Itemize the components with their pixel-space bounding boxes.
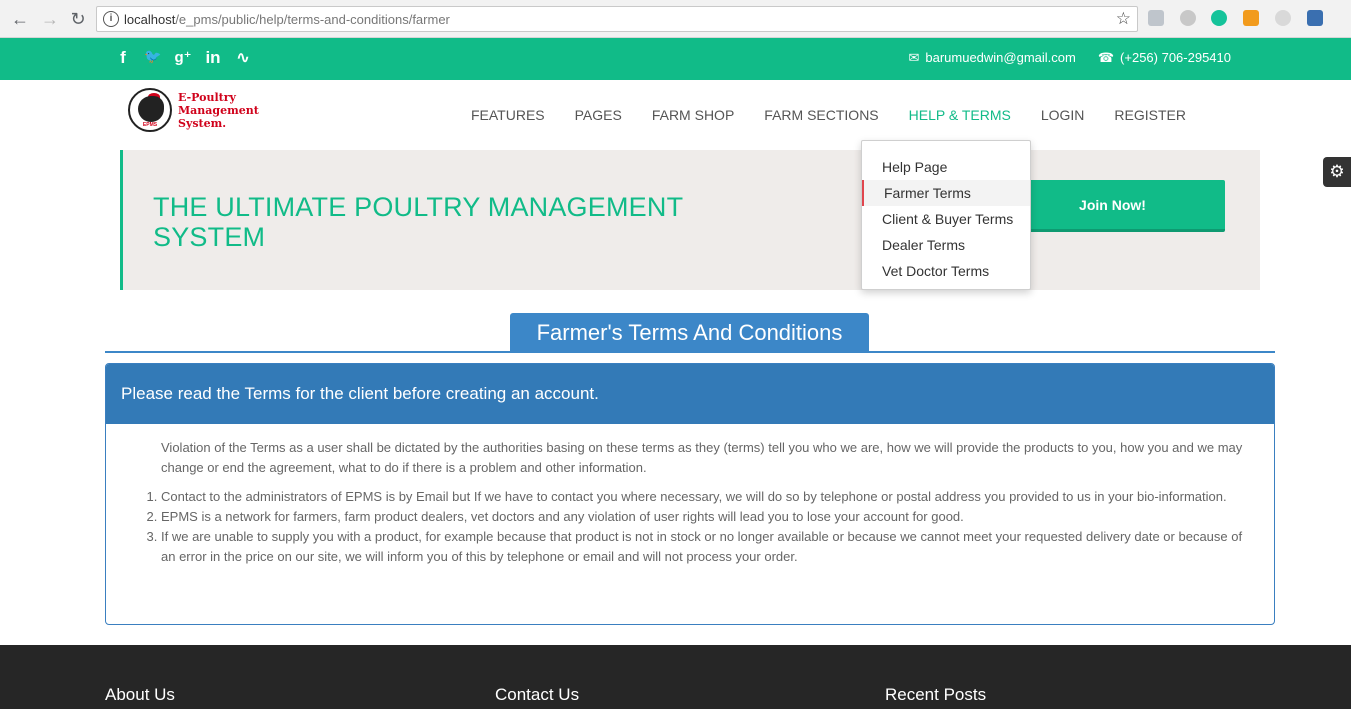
panel-body: Violation of the Terms as a user shall b… bbox=[106, 424, 1274, 567]
dropdown-item-dealer-terms[interactable]: Dealer Terms bbox=[862, 232, 1030, 258]
email-text: barumuedwin@gmail.com bbox=[925, 50, 1076, 65]
list-item: EPMS is a network for farmers, farm prod… bbox=[161, 507, 1260, 527]
footer-recent-heading: Recent Posts bbox=[885, 685, 987, 704]
main-menu: FEATURES PAGES FARM SHOP FARM SECTIONS H… bbox=[471, 107, 1186, 123]
key-extension-icon[interactable] bbox=[1243, 10, 1259, 26]
contact-phone[interactable]: ☎ (+256) 706-295410 bbox=[1098, 50, 1231, 66]
panel-heading: Please read the Terms for the client bef… bbox=[106, 364, 1274, 424]
logo-line-3: System. bbox=[178, 116, 227, 130]
arrow-right-icon[interactable]: → bbox=[40, 9, 60, 29]
contact-email[interactable]: ✉ barumuedwin@gmail.com bbox=[908, 50, 1075, 66]
star-icon[interactable]: ☆ bbox=[1116, 9, 1131, 29]
menu-pages[interactable]: PAGES bbox=[575, 107, 622, 123]
extension-icon[interactable] bbox=[1307, 10, 1323, 26]
extension-icon[interactable] bbox=[1180, 10, 1196, 26]
top-bar: f 🐦 g⁺ in ∿ ✉ barumuedwin@gmail.com ☎ (+25… bbox=[0, 38, 1351, 80]
menu-register[interactable]: REGISTER bbox=[1114, 107, 1186, 123]
browser-toolbar: ← → ↻ i localhost/e_pms/public/help/term… bbox=[0, 0, 1351, 38]
google-plus-icon[interactable]: g⁺ bbox=[168, 48, 198, 68]
dropdown-item-client-buyer-terms[interactable]: Client & Buyer Terms bbox=[862, 206, 1030, 232]
dropdown-item-vet-doctor-terms[interactable]: Vet Doctor Terms bbox=[862, 258, 1030, 284]
footer-about-heading: About Us bbox=[105, 685, 175, 704]
section-title: Farmer's Terms And Conditions bbox=[510, 313, 869, 351]
menu-farm-sections[interactable]: FARM SECTIONS bbox=[764, 107, 878, 123]
address-url[interactable]: localhost/e_pms/public/help/terms-and-co… bbox=[124, 12, 450, 27]
gear-icon[interactable]: ⚙ bbox=[1323, 157, 1351, 187]
logo-badge: EPMS bbox=[142, 122, 158, 128]
section-divider bbox=[105, 351, 1275, 353]
contact-info: ✉ barumuedwin@gmail.com ☎ (+256) 706-29541… bbox=[908, 50, 1231, 66]
terms-intro: Violation of the Terms as a user shall b… bbox=[161, 440, 1243, 475]
linkedin-icon[interactable]: in bbox=[198, 48, 228, 68]
hero-title: THE ULTIMATE POULTRY MANAGEMENT SYSTEM bbox=[153, 192, 683, 252]
extension-icon[interactable] bbox=[1275, 10, 1291, 26]
arrow-left-icon[interactable]: ← bbox=[10, 9, 30, 29]
site-header: EPMS E-Poultry Management System. FEATUR… bbox=[0, 80, 1351, 150]
facebook-icon[interactable]: f bbox=[108, 48, 138, 68]
terms-list: Contact to the administrators of EPMS is… bbox=[161, 487, 1260, 567]
envelope-icon: ✉ bbox=[908, 50, 920, 65]
rooster-logo-icon: EPMS bbox=[128, 88, 172, 132]
footer-contact-heading: Contact Us bbox=[495, 685, 580, 704]
rss-icon[interactable]: ∿ bbox=[228, 48, 258, 68]
logo-line-1: E-Poultry bbox=[178, 90, 236, 104]
menu-login[interactable]: LOGIN bbox=[1041, 107, 1085, 123]
menu-farm-shop[interactable]: FARM SHOP bbox=[652, 107, 734, 123]
phone-text: (+256) 706-295410 bbox=[1120, 50, 1231, 65]
url-host: localhost bbox=[124, 12, 176, 27]
list-item: Contact to the administrators of EPMS is… bbox=[161, 487, 1260, 507]
phone-icon: ☎ bbox=[1097, 50, 1115, 65]
terms-panel: Please read the Terms for the client bef… bbox=[105, 363, 1275, 625]
dropbox-extension-icon[interactable] bbox=[1148, 10, 1164, 26]
info-icon[interactable]: i bbox=[103, 11, 119, 27]
logo-line-2: Management bbox=[178, 103, 259, 117]
menu-features[interactable]: FEATURES bbox=[471, 107, 545, 123]
menu-help-terms[interactable]: HELP & TERMS bbox=[909, 107, 1011, 123]
join-now-button[interactable]: Join Now! bbox=[1000, 180, 1225, 232]
reload-icon[interactable]: ↻ bbox=[68, 9, 88, 29]
dropdown-item-help-page[interactable]: Help Page bbox=[862, 154, 1030, 180]
twitter-icon[interactable]: 🐦 bbox=[138, 48, 168, 68]
dropdown-item-farmer-terms[interactable]: Farmer Terms bbox=[862, 180, 1030, 206]
grammarly-extension-icon[interactable] bbox=[1211, 10, 1227, 26]
help-terms-dropdown: Help Page Farmer Terms Client & Buyer Te… bbox=[861, 140, 1031, 290]
site-footer: About Us Contact Us Recent Posts bbox=[0, 645, 1351, 709]
logo-text: E-Poultry Management System. bbox=[178, 91, 259, 130]
list-item: If we are unable to supply you with a pr… bbox=[161, 527, 1260, 567]
url-path: /e_pms/public/help/terms-and-conditions/… bbox=[175, 12, 450, 27]
site-logo[interactable]: EPMS E-Poultry Management System. bbox=[128, 88, 259, 132]
address-bar[interactable]: i localhost/e_pms/public/help/terms-and-… bbox=[96, 6, 1138, 32]
social-links: f 🐦 g⁺ in ∿ bbox=[108, 48, 258, 68]
